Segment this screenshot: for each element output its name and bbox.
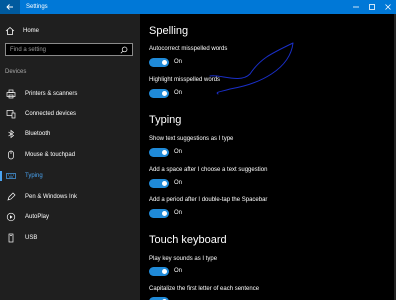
sidebar-item-mouse-touchpad[interactable]: Mouse & touchpad bbox=[0, 148, 140, 162]
sidebar-item-label: Printers & scanners bbox=[25, 91, 78, 97]
sidebar-item-label: Bluetooth bbox=[25, 131, 51, 137]
typing-heading: Typing bbox=[149, 114, 182, 126]
typing-settings-pane: Spelling Autocorrect misspelled words On… bbox=[140, 14, 396, 300]
bluetooth-icon bbox=[5, 128, 17, 140]
back-button[interactable] bbox=[0, 0, 20, 14]
search-icon bbox=[120, 46, 128, 53]
sidebar-item-pen-windows-ink[interactable]: Pen & Windows Ink bbox=[0, 190, 140, 204]
add-period-state: On bbox=[174, 210, 183, 216]
key-sounds-toggle[interactable] bbox=[149, 267, 169, 276]
close-icon bbox=[385, 4, 391, 10]
sidebar-item-typing[interactable]: Typing bbox=[0, 169, 140, 183]
autocorrect-state: On bbox=[174, 59, 183, 65]
home-icon bbox=[5, 26, 15, 35]
autocorrect-label: Autocorrect misspelled words bbox=[149, 46, 228, 52]
home-label: Home bbox=[23, 28, 40, 34]
usb-icon bbox=[5, 232, 17, 244]
devices-section-label: Devices bbox=[5, 69, 27, 75]
sidebar-item-label: USB bbox=[25, 235, 38, 241]
sidebar-item-label: Mouse & touchpad bbox=[25, 152, 76, 158]
title-bar: Settings bbox=[0, 0, 396, 14]
mouse-icon bbox=[5, 149, 17, 161]
capitalize-label: Capitalize the first letter of each sent… bbox=[149, 286, 260, 292]
close-button[interactable] bbox=[380, 0, 396, 14]
keyboard-icon bbox=[5, 170, 17, 182]
minimize-button[interactable] bbox=[348, 0, 364, 14]
pen-icon bbox=[5, 191, 17, 203]
sidebar-item-label: Typing bbox=[25, 173, 43, 179]
add-period-label: Add a period after I double-tap the Spac… bbox=[149, 197, 268, 203]
sidebar-item-label: Connected devices bbox=[25, 111, 77, 117]
sidebar-item-printers[interactable]: Printers & scanners bbox=[0, 87, 140, 101]
show-suggestions-label: Show text suggestions as I type bbox=[149, 136, 234, 142]
key-sounds-label: Play key sounds as I type bbox=[149, 256, 218, 262]
minimize-icon bbox=[353, 6, 359, 8]
autocorrect-toggle[interactable] bbox=[149, 58, 169, 67]
connected-devices-icon bbox=[5, 108, 17, 120]
sidebar-item-autoplay[interactable]: AutoPlay bbox=[0, 210, 140, 224]
highlight-misspelled-toggle[interactable] bbox=[149, 89, 169, 98]
home-nav-item[interactable]: Home bbox=[5, 26, 39, 36]
add-space-state: On bbox=[174, 180, 183, 186]
key-sounds-state: On bbox=[174, 268, 183, 274]
sidebar: Home Find a setting Devices Printers & s… bbox=[0, 14, 140, 300]
search-input[interactable]: Find a setting bbox=[5, 43, 133, 56]
sidebar-item-label: Pen & Windows Ink bbox=[25, 194, 78, 200]
search-placeholder: Find a setting bbox=[10, 46, 47, 53]
maximize-button[interactable] bbox=[364, 0, 380, 14]
show-suggestions-toggle[interactable] bbox=[149, 148, 169, 157]
printer-icon bbox=[5, 88, 17, 100]
spelling-heading: Spelling bbox=[149, 25, 189, 37]
sidebar-item-connected-devices[interactable]: Connected devices bbox=[0, 107, 140, 121]
add-period-toggle[interactable] bbox=[149, 209, 169, 218]
maximize-icon bbox=[369, 4, 375, 10]
sidebar-item-label: AutoPlay bbox=[25, 214, 50, 220]
add-space-label: Add a space after I choose a text sugges… bbox=[149, 167, 268, 173]
window-title: Settings bbox=[26, 4, 48, 10]
touch-keyboard-heading: Touch keyboard bbox=[149, 234, 227, 246]
autoplay-icon bbox=[5, 211, 17, 223]
sidebar-item-usb[interactable]: USB bbox=[0, 231, 140, 245]
back-arrow-icon bbox=[6, 4, 13, 10]
show-suggestions-state: On bbox=[174, 149, 183, 155]
highlight-misspelled-state: On bbox=[174, 90, 183, 96]
highlight-misspelled-label: Highlight misspelled words bbox=[149, 77, 221, 83]
add-space-toggle[interactable] bbox=[149, 179, 169, 188]
sidebar-item-bluetooth[interactable]: Bluetooth bbox=[0, 127, 140, 141]
